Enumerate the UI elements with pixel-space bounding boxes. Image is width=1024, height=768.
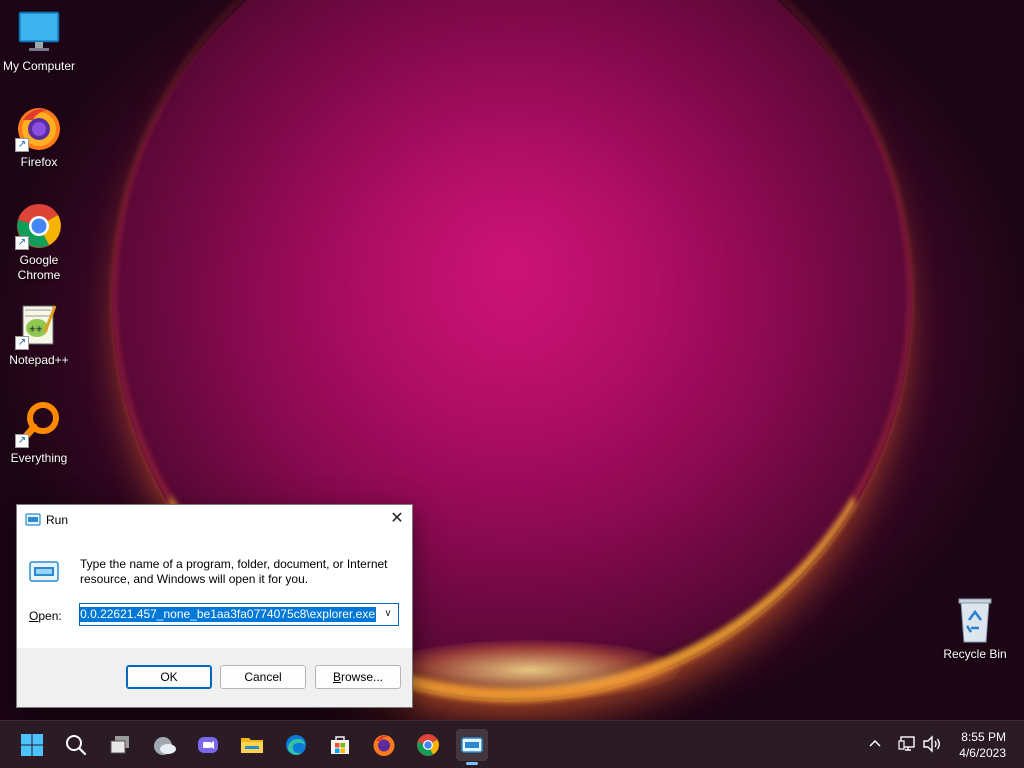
chevron-up-icon xyxy=(869,739,881,747)
run-dialog: Run ✕ Type the name of a program, folder… xyxy=(16,504,413,708)
search-icon xyxy=(66,735,87,756)
desktop-icon-label: Notepad++ xyxy=(9,353,69,367)
chevron-down-icon: ∨ xyxy=(384,608,392,619)
start-icon xyxy=(21,734,43,756)
everything-search-icon: ↗ xyxy=(15,400,63,448)
open-input-value[interactable]: 5_10.0.22621.457_none_be1aa3fa0774075c8\… xyxy=(80,607,376,622)
run-title: Run xyxy=(46,513,69,527)
wallpaper-glow xyxy=(380,640,680,700)
run-icon xyxy=(25,513,41,526)
chrome-taskbar-button[interactable] xyxy=(412,729,444,761)
desktop-icon-recycle-bin[interactable]: Recycle Bin xyxy=(936,596,1014,662)
desktop-icon-my-computer[interactable]: My Computer xyxy=(0,8,78,74)
shortcut-arrow-icon: ↗ xyxy=(15,336,29,350)
file-explorer-button[interactable] xyxy=(236,729,268,761)
close-icon: ✕ xyxy=(390,510,404,527)
recycle-bin-icon xyxy=(951,596,999,644)
clock-time: 8:55 PM xyxy=(961,730,1006,744)
browse-button[interactable]: Browse... xyxy=(315,665,401,689)
open-combobox[interactable]: 5_10.0.22621.457_none_be1aa3fa0774075c8\… xyxy=(79,603,399,626)
dropdown-button[interactable]: ∨ xyxy=(378,604,398,625)
run-description: Type the name of a program, folder, docu… xyxy=(80,557,388,586)
widgets-icon xyxy=(154,737,176,755)
teams-chat-button[interactable] xyxy=(192,729,224,761)
desktop-icon-label: My Computer xyxy=(2,59,76,73)
run-icon xyxy=(461,737,483,753)
chrome-icon xyxy=(417,734,439,756)
cancel-button[interactable]: Cancel xyxy=(220,665,306,689)
taskbar-clock[interactable]: 8:55 PM 4/6/2023 xyxy=(959,729,1006,761)
run-icon xyxy=(29,559,59,583)
shortcut-arrow-icon: ↗ xyxy=(15,138,29,152)
notepadpp-icon: ++ ↗ xyxy=(15,302,63,350)
volume-button[interactable] xyxy=(922,735,942,756)
firefox-icon: ↗ xyxy=(15,104,63,152)
desktop-icon-firefox[interactable]: ↗ Firefox xyxy=(0,104,78,170)
desktop-icon-label: Google Chrome xyxy=(17,253,61,282)
desktop-icon-label: Firefox xyxy=(20,155,58,169)
task-view-icon xyxy=(110,736,129,754)
edge-icon xyxy=(286,735,306,755)
shortcut-arrow-icon: ↗ xyxy=(15,236,29,250)
volume-icon xyxy=(923,735,940,753)
store-button[interactable] xyxy=(324,729,356,761)
close-button[interactable]: ✕ xyxy=(382,505,412,535)
edge-button[interactable] xyxy=(280,729,312,761)
taskbar: 8:55 PM 4/6/2023 xyxy=(0,720,1024,768)
monitor-icon xyxy=(15,8,63,56)
task-view-button[interactable] xyxy=(104,729,136,761)
desktop-icon-google-chrome[interactable]: ↗ Google Chrome xyxy=(0,202,78,283)
open-label: Open: xyxy=(29,609,62,623)
ok-button[interactable]: OK xyxy=(126,665,212,689)
store-icon xyxy=(331,736,349,754)
widgets-button[interactable] xyxy=(148,729,180,761)
run-footer: OK Cancel Browse... xyxy=(17,648,412,707)
run-taskbar-button[interactable] xyxy=(456,729,488,765)
teams-chat-icon xyxy=(198,737,218,753)
desktop-icon-everything[interactable]: ↗ Everything xyxy=(0,400,78,466)
show-hidden-icons-button[interactable] xyxy=(868,736,882,753)
run-titlebar[interactable]: Run ✕ xyxy=(17,505,412,535)
start-button[interactable] xyxy=(16,729,48,761)
desktop-icon-notepadpp[interactable]: ++ ↗ Notepad++ xyxy=(0,302,78,368)
chrome-icon: ↗ xyxy=(15,202,63,250)
firefox-icon xyxy=(373,735,395,756)
clock-date: 4/6/2023 xyxy=(959,746,1006,760)
run-body: Type the name of a program, folder, docu… xyxy=(17,535,412,648)
network-icon xyxy=(898,736,915,751)
taskbar-search-button[interactable] xyxy=(60,729,92,761)
firefox-taskbar-button[interactable] xyxy=(368,729,400,761)
desktop-icon-label: Everything xyxy=(10,451,68,465)
desktop-icon-label: Recycle Bin xyxy=(943,647,1007,661)
svg-text:++: ++ xyxy=(29,324,42,333)
network-button[interactable] xyxy=(898,735,918,756)
file-explorer-icon xyxy=(241,738,263,753)
shortcut-arrow-icon: ↗ xyxy=(15,434,29,448)
